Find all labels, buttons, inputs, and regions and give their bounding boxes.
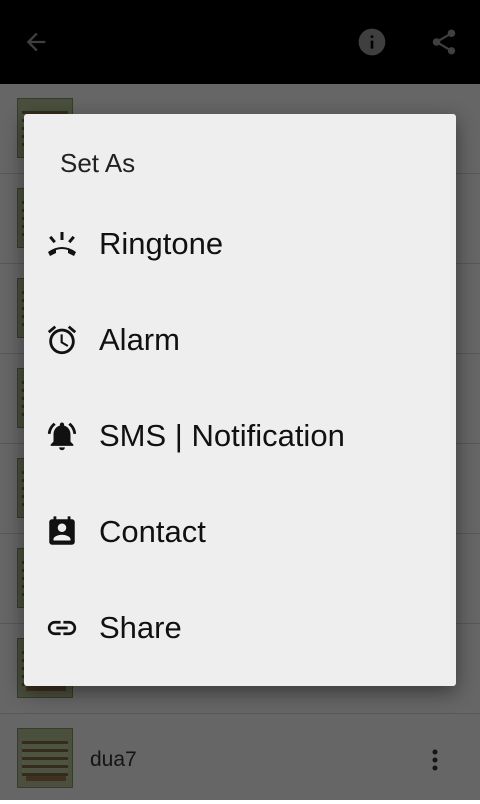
option-label: SMS | Notification [99,418,345,453]
dialog-title: Set As [60,148,136,178]
option-label: Share [99,610,182,645]
option-label: Ringtone [99,226,224,261]
option-label: Alarm [99,322,180,357]
alarm-clock-icon [44,322,80,358]
option-ringtone[interactable]: Ringtone [24,196,456,292]
option-contact[interactable]: Contact [24,484,456,580]
option-share[interactable]: Share [24,580,456,676]
option-alarm[interactable]: Alarm [24,292,456,388]
set-as-dialog: Set As Ringtone Alarm SMS | Notification… [24,114,456,686]
contact-card-icon [44,514,80,550]
option-sms-notification[interactable]: SMS | Notification [24,388,456,484]
option-label: Contact [99,514,206,549]
ringtone-phone-icon [44,226,80,262]
notification-bell-icon [44,418,80,454]
link-icon [44,610,80,646]
